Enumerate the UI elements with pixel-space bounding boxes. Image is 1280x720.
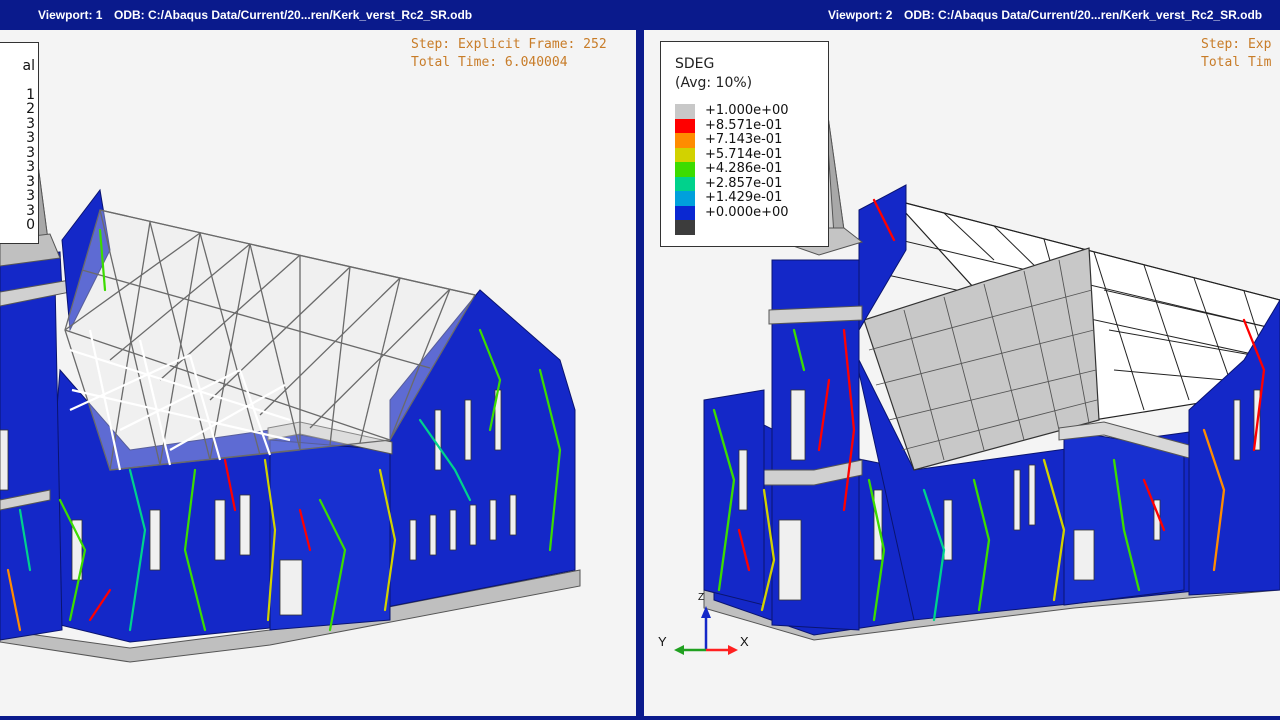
viewport-1-canvas[interactable]: Step: Explicit Frame: 252 Total Time: 6.… [0, 30, 636, 716]
legend-value: +1.429e-01 [705, 190, 783, 206]
legend-entry: +8.571e-01 [675, 117, 783, 133]
legend-entry: +0.000e+00 [675, 204, 789, 220]
viewport-1-legend-fragment: al 1 2 3 3 3 3 3 3 3 0 [0, 42, 39, 244]
viewport-1-step-frame: Step: Explicit Frame: 252 [411, 37, 607, 52]
viewport-1-odb-path: ODB: C:/Abaqus Data/Current/20...ren/Ker… [114, 8, 473, 22]
legend-value: +2.857e-01 [705, 175, 783, 191]
sdeg-legend[interactable]: SDEG (Avg: 10%) +1.000e+00 +8.571e-01 +7.1… [660, 41, 829, 247]
legend-swatch-bottom [675, 220, 695, 235]
legend-value: +5.714e-01 [705, 146, 783, 162]
legend-entry: +4.286e-01 [675, 162, 782, 177]
axis-triad: Y X Z [654, 592, 754, 664]
legend-entry-bottom [675, 220, 695, 235]
legend-value: +1.000e+00 [705, 103, 789, 119]
legend-swatch [675, 176, 695, 191]
legend-swatch [675, 162, 695, 177]
viewport-2-step-frame: Step: Exp [1201, 37, 1272, 52]
legend-value: +0.000e+00 [705, 204, 789, 220]
viewport-1[interactable]: Viewport: 1 ODB: C:/Abaqus Data/Current/… [0, 0, 636, 716]
legend-swatch [675, 133, 695, 148]
legend-value: +7.143e-01 [705, 132, 783, 148]
legend-value: +8.571e-01 [705, 117, 783, 133]
legend-swatch [675, 118, 695, 133]
legend-value: +4.286e-01 [705, 161, 783, 177]
legend-entry: +5.714e-01 [675, 146, 783, 162]
viewport-2-step-info: Step: Exp Total Tim [1201, 36, 1271, 72]
legend-entry: +2.857e-01 [675, 175, 783, 191]
axis-y-label: Y [658, 634, 667, 649]
legend-subtitle: (Avg: 10%) [675, 75, 753, 91]
viewport-2-canvas[interactable]: Step: Exp Total Tim SDEG (Avg: 10%) +1.0… [644, 30, 1280, 716]
viewport-2-label: Viewport: 2 [828, 8, 893, 22]
legend-entry: +1.000e+00 [675, 104, 789, 119]
axis-x-label: X [740, 634, 749, 649]
legend-swatch [675, 147, 695, 162]
viewport-1-label: Viewport: 1 [38, 8, 103, 22]
viewport-1-titlebar[interactable]: Viewport: 1 ODB: C:/Abaqus Data/Current/… [0, 0, 636, 30]
legend-title: SDEG [675, 56, 715, 72]
legend-entry: +7.143e-01 [675, 133, 782, 148]
viewport-1-total-time: Total Time: 6.040004 [411, 55, 568, 70]
viewport-2-total-time: Total Tim [1201, 55, 1272, 70]
viewport-divider[interactable] [636, 0, 644, 720]
viewport-1-step-info: Step: Explicit Frame: 252 Total Time: 6.… [411, 36, 607, 72]
axis-z-label: Z [698, 592, 705, 603]
viewport-2-titlebar[interactable]: Viewport: 2 ODB: C:/Abaqus Data/Current/… [644, 0, 1280, 30]
viewport-1-legend-fragment-text: al 1 2 3 3 3 3 3 3 3 0 [22, 58, 35, 233]
viewport-2-odb-path: ODB: C:/Abaqus Data/Current/20...ren/Ker… [904, 8, 1263, 22]
legend-swatch [675, 191, 695, 206]
viewport-2[interactable]: Viewport: 2 ODB: C:/Abaqus Data/Current/… [644, 0, 1280, 716]
church-model-truss-view [0, 89, 581, 663]
legend-swatch [675, 104, 695, 119]
legend-swatch [675, 205, 695, 220]
legend-entry: +1.429e-01 [675, 191, 782, 206]
